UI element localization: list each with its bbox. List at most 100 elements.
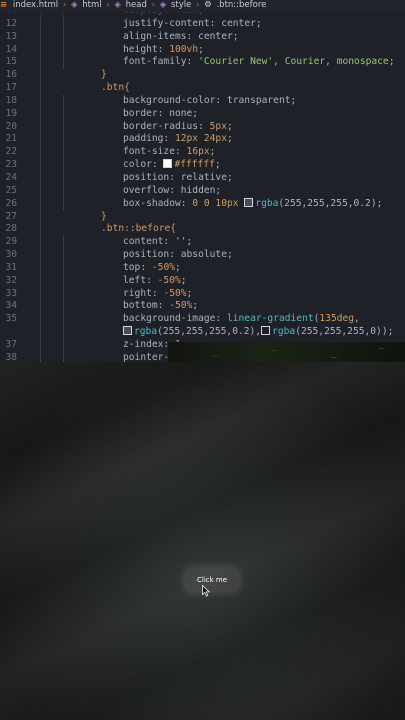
- code-editor[interactable]: 11display: flex;12justify-content: cente…: [0, 0, 405, 362]
- code-token: ;: [186, 287, 193, 299]
- indent-guide: [40, 82, 41, 95]
- line-number: 23: [5, 159, 17, 171]
- code-token: color:: [123, 159, 164, 171]
- color-swatch[interactable]: [261, 326, 271, 336]
- code-token: ;: [175, 261, 181, 273]
- code-line[interactable]: 31 top: -50%;: [0, 261, 405, 275]
- code-line[interactable]: 33 right: -50%;: [0, 287, 405, 301]
- click-me-button[interactable]: Click me: [186, 569, 238, 591]
- code-line[interactable]: 15 font-family: 'Courier New', Courier, m…: [0, 56, 405, 70]
- code-line[interactable]: rgba(255,255,255,0.2), rgba(255,255,255,0…: [0, 326, 405, 339]
- indent-guide: [40, 223, 41, 237]
- code-text: .btn{: [101, 82, 130, 95]
- chevron-right-icon: ›: [106, 0, 110, 10]
- code-token: content:: [123, 236, 175, 248]
- code-line[interactable]: 12 justify-content: center;: [0, 17, 405, 31]
- code-line[interactable]: 18 background-color: transparent;: [0, 94, 405, 108]
- code-line[interactable]: 16}: [0, 69, 405, 83]
- code-token: #ffffff: [174, 159, 215, 171]
- breadcrumb-selector[interactable]: .btn::before: [216, 0, 266, 11]
- color-swatch[interactable]: [123, 326, 132, 336]
- code-line[interactable]: 28 .btn::before{: [0, 223, 405, 237]
- indent-guide: [40, 261, 41, 275]
- indent-guide: [40, 287, 41, 301]
- code-token: ;: [198, 43, 204, 55]
- code-text: border: none;: [123, 108, 198, 121]
- code-text: border-radius: 5px;: [123, 121, 233, 134]
- code-line[interactable]: 22 font-size: 16px;: [0, 146, 405, 160]
- code-line[interactable]: 20 border-radius: 5px;: [0, 120, 405, 134]
- indent-guide: [63, 313, 64, 327]
- code-line[interactable]: 24 position: relative;: [0, 171, 405, 185]
- code-line[interactable]: 30 position: absolute;: [0, 249, 405, 262]
- code-token: rgba: [272, 326, 296, 338]
- code-token: }: [101, 69, 107, 81]
- indent-guide: [63, 261, 64, 275]
- line-number: 18: [5, 94, 17, 106]
- code-line[interactable]: 25 overflow: hidden;: [0, 184, 405, 198]
- code-token: -50%: [169, 300, 193, 312]
- code-token: ;: [388, 56, 395, 68]
- indent-guide: [40, 326, 41, 339]
- breadcrumb-file[interactable]: index.html: [13, 0, 58, 11]
- code-token: 16px: [186, 146, 210, 158]
- code-token: .btn::before{: [101, 223, 177, 235]
- code-token: border: none;: [123, 107, 199, 119]
- code-line[interactable]: 17 .btn{: [0, 82, 405, 95]
- code-token: box-shadow:: [123, 197, 193, 209]
- indent-guide: [63, 171, 64, 185]
- code-line[interactable]: 27}: [0, 210, 405, 224]
- chevron-right-icon: ›: [196, 0, 200, 10]
- breadcrumb-style[interactable]: style: [171, 0, 191, 11]
- code-line[interactable]: 26 box-shadow: 0 0 10px rgba(255,255,255,…: [0, 197, 405, 211]
- code-line[interactable]: 34 bottom: -50%;: [0, 300, 405, 314]
- code-token: -50%: [151, 261, 175, 273]
- code-token: 100vh: [169, 43, 199, 55]
- indent-guide: [63, 17, 64, 31]
- code-text: background-image: linear-gradient(135deg…: [123, 313, 360, 326]
- indent-guide: [40, 274, 41, 288]
- indent-guide: [40, 17, 41, 31]
- code-text: overflow: hidden;: [123, 185, 221, 198]
- code-area[interactable]: 11display: flex;12justify-content: cente…: [0, 5, 405, 362]
- code-token: ,: [354, 313, 360, 325]
- code-line[interactable]: 35 background-image: linear-gradient(135d…: [0, 313, 405, 327]
- color-swatch[interactable]: [244, 197, 254, 207]
- line-number: 34: [5, 300, 17, 312]
- code-text: content: '';: [123, 236, 192, 249]
- indent-guide: [63, 351, 64, 362]
- code-line[interactable]: 29 content: '';: [0, 236, 405, 250]
- breadcrumb-head[interactable]: head: [126, 0, 147, 11]
- code-line[interactable]: 14 height: 100vh;: [0, 43, 405, 57]
- code-line[interactable]: 13 align-items: center;: [0, 30, 405, 44]
- code-token: }: [101, 210, 107, 222]
- indent-guide: [63, 94, 64, 108]
- code-line[interactable]: 19 border: none;: [0, 107, 405, 121]
- indent-guide: [40, 133, 41, 147]
- indent-guide: [63, 133, 64, 147]
- code-text: background-color: transparent;: [123, 95, 296, 108]
- code-text: color: #ffffff;: [123, 159, 221, 172]
- code-token: (255,255,255,0));: [295, 326, 394, 338]
- code-token: linear-gradient: [226, 313, 314, 325]
- element-icon: ◈: [70, 0, 78, 10]
- browser-preview: [0, 362, 405, 720]
- breadcrumb-html[interactable]: html: [82, 0, 101, 11]
- code-token: border-radius:: [123, 120, 210, 132]
- line-number: 25: [5, 184, 17, 196]
- code-line[interactable]: 23 color: #ffffff;: [0, 159, 405, 172]
- indent-guide: [40, 94, 41, 108]
- code-line[interactable]: 32 left: -50%;: [0, 274, 405, 288]
- code-line[interactable]: 21 padding: 12px 24px;: [0, 133, 405, 147]
- code-token: height:: [123, 43, 170, 55]
- code-token: bottom:: [123, 300, 170, 312]
- line-number: 33: [5, 287, 17, 299]
- code-token: ;: [226, 120, 233, 132]
- color-swatch[interactable]: [163, 159, 173, 169]
- indent-guide: [40, 300, 41, 314]
- indent-guide: [40, 30, 41, 44]
- indent-guide: [40, 171, 41, 185]
- element-icon: ◈: [114, 0, 121, 10]
- indent-guide: [40, 43, 41, 57]
- line-number: 19: [5, 107, 17, 119]
